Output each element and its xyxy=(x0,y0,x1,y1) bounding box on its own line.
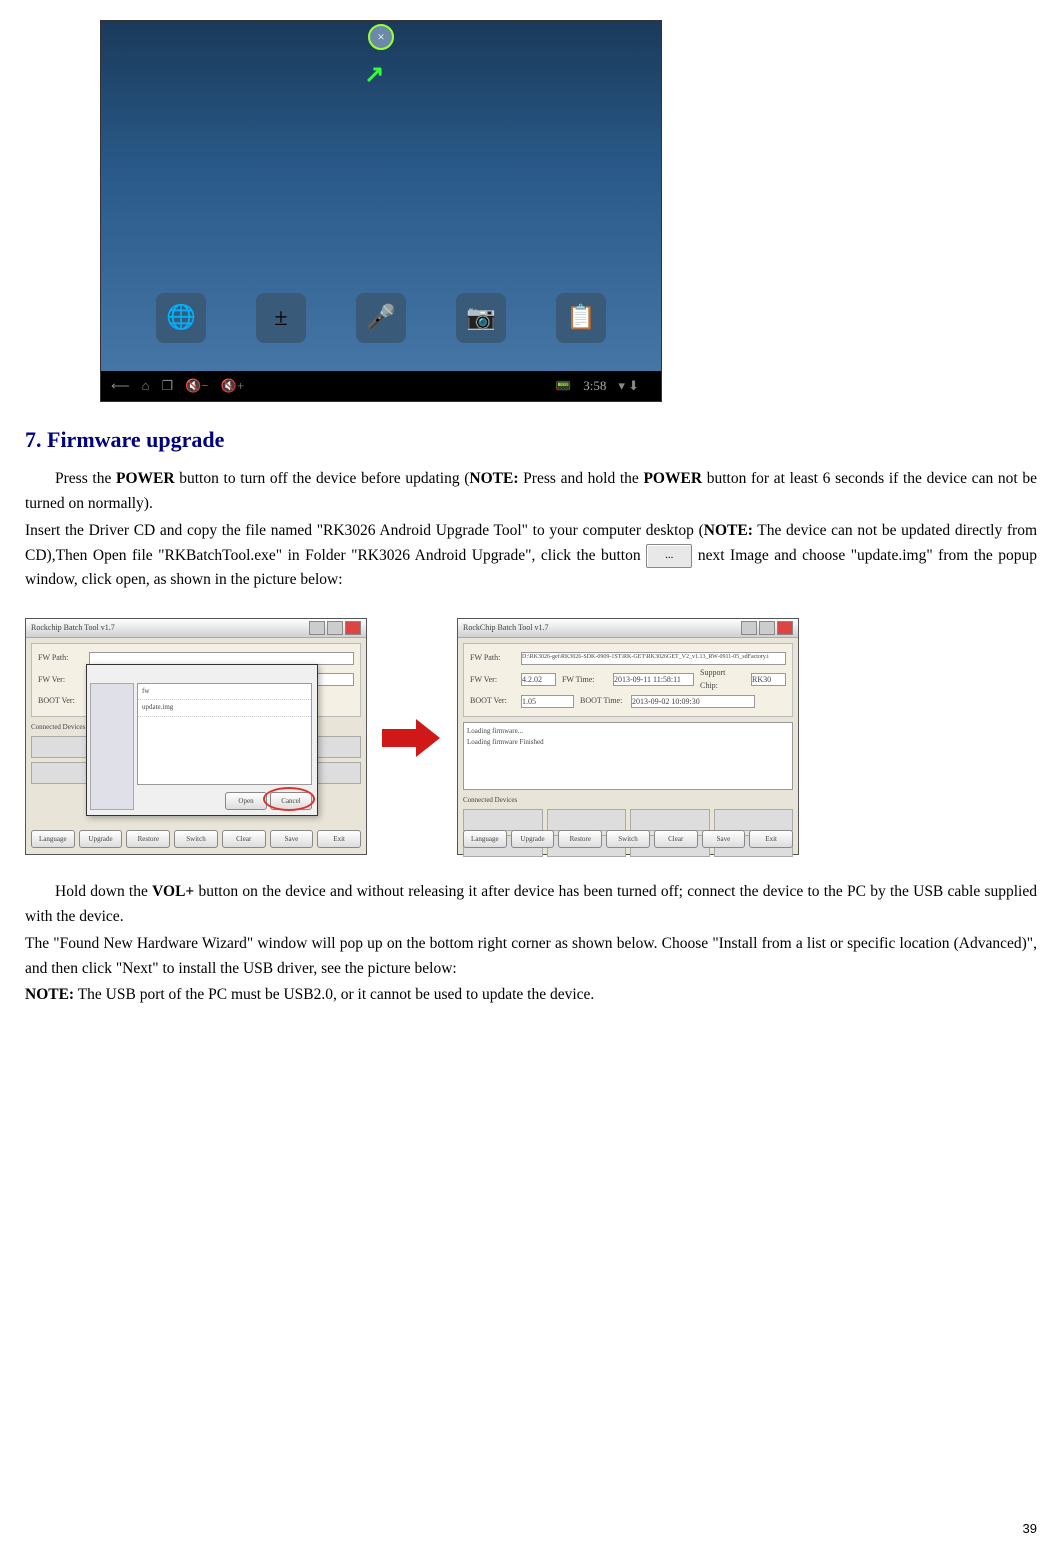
tablet-navbar: ⟵ ⌂ ❐ 🔇− 🔇+ 📟 3:58 ▾ ⬇ xyxy=(101,371,661,401)
rkbatchtool-right: RockChip Batch Tool v1.7 FW Path:D:\RK30… xyxy=(457,618,799,855)
tool-button-bar: Language Upgrade Restore Switch Clear Sa… xyxy=(31,830,361,848)
log-panel: Loading firmware... Loading firmware Fin… xyxy=(463,722,793,790)
browse-button-inline: ... xyxy=(646,544,692,568)
list-item: update.img xyxy=(138,700,311,716)
clock: 3:58 xyxy=(583,376,606,397)
save-button: Save xyxy=(270,830,314,848)
switch-button: Switch xyxy=(606,830,650,848)
paragraph-2: Insert the Driver CD and copy the file n… xyxy=(25,519,1037,593)
tool-button-bar: Language Upgrade Restore Switch Clear Sa… xyxy=(463,830,793,848)
save-button: Save xyxy=(702,830,746,848)
language-button: Language xyxy=(31,830,75,848)
clear-button: Clear xyxy=(222,830,266,848)
back-icon: ⟵ xyxy=(111,376,130,397)
notes-icon: 📋 xyxy=(556,293,606,343)
firmware-info-panel: FW Path:D:\RK3026-get\RK3026-SDK-0909-1S… xyxy=(463,643,793,717)
vol-down-icon: 🔇− xyxy=(185,376,209,397)
red-arrow-icon xyxy=(382,719,442,754)
home-icon: ⌂ xyxy=(142,376,150,397)
recorder-icon: 🎤 xyxy=(356,293,406,343)
open-button: Open xyxy=(225,792,267,810)
clear-button: Clear xyxy=(654,830,698,848)
restore-button: Restore xyxy=(126,830,170,848)
upgrade-button: Upgrade xyxy=(79,830,123,848)
close-icon xyxy=(777,621,793,635)
tool-screenshot-row: Rockchip Batch Tool v1.7 FW Path: FW Ver… xyxy=(25,618,1037,855)
exit-button: Exit xyxy=(317,830,361,848)
language-button: Language xyxy=(463,830,507,848)
arrow-annotation xyxy=(364,56,394,86)
calculator-icon: ± xyxy=(256,293,306,343)
upgrade-button: Upgrade xyxy=(511,830,555,848)
paragraph-3: Hold down the VOL+ button on the device … xyxy=(25,880,1037,930)
status-icons: 📟 xyxy=(555,376,571,397)
cancel-button: Cancel xyxy=(270,792,312,810)
list-item: fw xyxy=(138,684,311,700)
restore-button: Restore xyxy=(558,830,602,848)
paragraph-5: NOTE: The USB port of the PC must be USB… xyxy=(25,983,1037,1008)
rkbatchtool-left: Rockchip Batch Tool v1.7 FW Path: FW Ver… xyxy=(25,618,367,855)
paragraph-4: The "Found New Hardware Wizard" window w… xyxy=(25,932,1037,982)
vol-up-icon: 🔇+ xyxy=(221,376,245,397)
camera-icon: 📷 xyxy=(456,293,506,343)
exit-button: Exit xyxy=(749,830,793,848)
window-titlebar: Rockchip Batch Tool v1.7 xyxy=(26,619,366,638)
close-icon xyxy=(345,621,361,635)
section-heading: 7. Firmware upgrade xyxy=(25,422,1037,457)
recents-icon: ❐ xyxy=(161,376,173,397)
close-icon: × xyxy=(368,24,394,50)
window-title: Rockchip Batch Tool v1.7 xyxy=(31,622,115,635)
tablet-dock: 🌐 ± 🎤 📷 📋 xyxy=(101,293,661,343)
switch-button: Switch xyxy=(174,830,218,848)
paragraph-1: Press the POWER button to turn off the d… xyxy=(25,467,1037,517)
tablet-screenshot: × 🌐 ± 🎤 📷 📋 ⟵ ⌂ ❐ 🔇− 🔇+ 📟 3:58 ▾ ⬇ xyxy=(100,20,662,402)
window-title: RockChip Batch Tool v1.7 xyxy=(463,622,549,635)
window-titlebar: RockChip Batch Tool v1.7 xyxy=(458,619,798,638)
file-open-dialog: fw update.img Open Cancel xyxy=(86,664,318,816)
page-number: 39 xyxy=(1023,1519,1037,1540)
browser-icon: 🌐 xyxy=(156,293,206,343)
status-tray: ▾ ⬇ xyxy=(618,376,639,397)
